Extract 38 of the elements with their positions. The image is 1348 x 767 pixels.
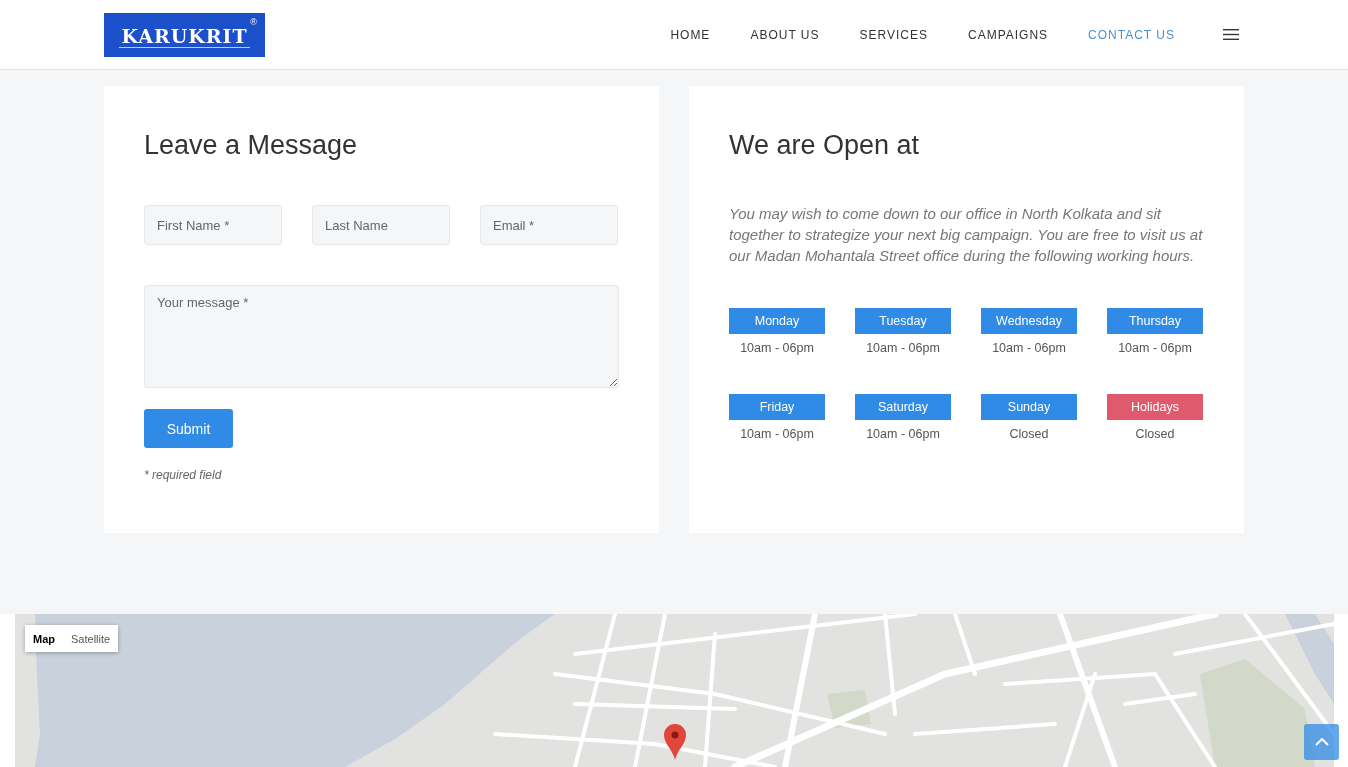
card-heading: We are Open at [729, 129, 921, 162]
map-type-tab[interactable]: Satellite [63, 625, 119, 652]
day-label: Tuesday [855, 308, 951, 334]
intro-paragraph: You may wish to come down to our office in North Kolkata and sit together to strategize your next big campaign. You are free to visit us at our Madan Mohantala Street office during the following working hours. [729, 204, 1204, 266]
opening-hours: 10am - 06pm [865, 426, 941, 442]
day-label: Wednesday [981, 308, 1077, 334]
chevron-up-icon [1314, 738, 1329, 746]
day-label: Monday [729, 308, 825, 334]
menu-icon[interactable] [1223, 29, 1239, 40]
nav-link[interactable]: CONTACT US [1088, 26, 1175, 43]
map-type-tab[interactable]: Map [25, 625, 63, 652]
nav-link[interactable]: CAMPAIGNS [967, 26, 1049, 43]
day-label: Sunday [981, 394, 1077, 420]
day-label: Friday [729, 394, 825, 420]
day-label: Holidays [1107, 394, 1203, 420]
logo-text: KARUKRIT [119, 25, 250, 48]
opening-hours: 10am - 06pm [1117, 340, 1193, 356]
day-label: Thursday [1107, 308, 1203, 334]
logo[interactable]: KARUKRIT ® [104, 12, 265, 57]
card-heading: Leave a Message [144, 129, 359, 162]
nav-link[interactable]: HOME [670, 26, 711, 43]
registered-mark: ® [250, 17, 257, 27]
day-label: Saturday [855, 394, 951, 420]
opening-hours: 10am - 06pm [991, 340, 1067, 356]
opening-hours: 10am - 06pm [739, 340, 815, 356]
opening-hours: 10am - 06pm [739, 426, 815, 442]
nav-link[interactable]: ABOUT US [750, 26, 820, 43]
map-pin-icon [664, 724, 686, 760]
submit-button[interactable]: Submit [144, 409, 233, 448]
opening-hours: Closed [1134, 426, 1176, 442]
message-field[interactable]: Your message * [144, 285, 619, 388]
input-field[interactable]: Last Name [312, 205, 450, 245]
required-note: * required field [144, 467, 223, 483]
nav-link[interactable]: SERVICES [859, 26, 928, 43]
opening-hours: Closed [1008, 426, 1050, 442]
input-field[interactable]: Email * [480, 205, 618, 245]
input-field[interactable]: First Name * [144, 205, 282, 245]
opening-hours: 10am - 06pm [865, 340, 941, 356]
